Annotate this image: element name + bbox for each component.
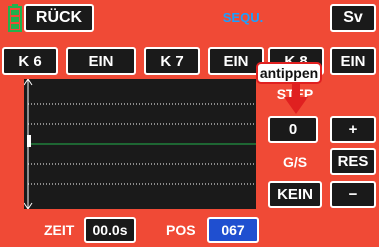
time-value-field[interactable]: 00.0s	[84, 217, 136, 243]
channel-8-state-button[interactable]: EIN	[330, 47, 376, 75]
channel-6-button[interactable]: K 6	[2, 47, 58, 75]
minus-button[interactable]: −	[330, 181, 376, 208]
time-label: ZEIT	[44, 222, 75, 238]
pos-label: POS	[166, 222, 196, 238]
back-button[interactable]: RÜCK	[24, 4, 94, 32]
position-marker	[27, 135, 31, 147]
tap-hint-callout: antippen	[256, 62, 322, 84]
sequence-graph	[24, 79, 256, 209]
pos-value-field[interactable]: 067	[207, 217, 259, 243]
battery-icon	[8, 4, 22, 32]
channel-7-button[interactable]: K 7	[144, 47, 200, 75]
reset-button[interactable]: RES	[330, 148, 376, 175]
sequencer-screen: RÜCK SEQU. Sv K 6 EIN K 7 EIN K 8 EIN ST…	[0, 0, 379, 247]
plus-button[interactable]: +	[330, 116, 376, 143]
switch-assign-button[interactable]: KEIN	[268, 181, 322, 208]
gs-label: G/S	[282, 154, 308, 170]
channel-6-state-button[interactable]: EIN	[66, 47, 136, 75]
save-button[interactable]: Sv	[330, 4, 376, 32]
arrow-down-icon	[283, 83, 309, 115]
step-value-field[interactable]: 0	[268, 116, 318, 143]
page-title: SEQU.	[222, 10, 264, 25]
